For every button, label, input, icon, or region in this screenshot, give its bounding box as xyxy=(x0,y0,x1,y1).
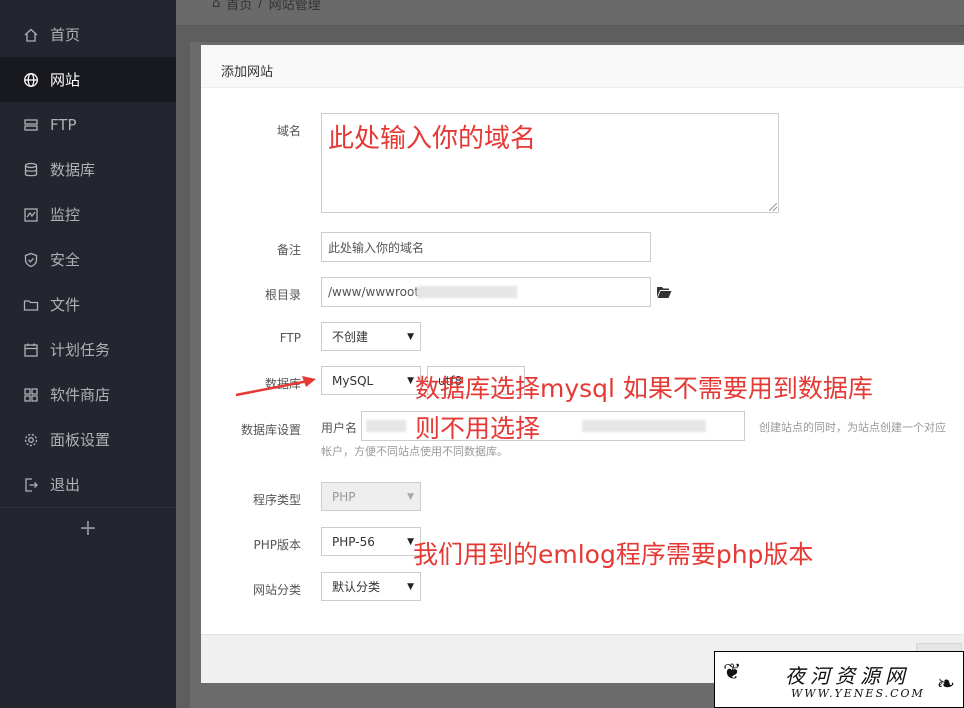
home-icon xyxy=(22,26,40,44)
watermark-title: 夜河资源网 xyxy=(785,664,910,688)
monitor-icon xyxy=(22,206,40,224)
sidebar-item-label: 数据库 xyxy=(50,161,96,179)
sidebar-item-files[interactable]: 文件 xyxy=(0,282,176,327)
breadcrumb-current: 网站管理 xyxy=(268,0,321,13)
root-dir-input[interactable]: /www/wwwroot/ xyxy=(321,277,651,307)
category-select[interactable]: 默认分类 ▼ xyxy=(321,572,421,601)
category-value: 默认分类 xyxy=(332,580,381,594)
remark-input[interactable]: 此处输入你的域名 xyxy=(321,232,651,262)
database-annotation-line2: 则不用选择 xyxy=(415,414,541,443)
ornament-icon: ❦ xyxy=(723,660,742,685)
sidebar-item-label: 监控 xyxy=(50,206,81,224)
sidebar-item-label: 面板设置 xyxy=(50,431,111,449)
top-bar: ⌂ 首页 / 网站管理 xyxy=(176,0,964,26)
sidebar-item-label: 退出 xyxy=(50,476,81,494)
sidebar-item-website[interactable]: 网站 xyxy=(0,57,176,102)
sidebar-item-label: 首页 xyxy=(50,26,81,44)
breadcrumb-home[interactable]: 首页 xyxy=(226,0,252,13)
sidebar-item-ftp[interactable]: FTP xyxy=(0,102,176,147)
breadcrumb-separator: / xyxy=(258,0,263,11)
sidebar-item-cron[interactable]: 计划任务 xyxy=(0,327,176,372)
program-type-select: PHP ▼ xyxy=(321,482,421,511)
dialog-title: 添加网站 xyxy=(221,65,274,80)
chevron-down-icon: ▼ xyxy=(407,491,414,502)
db-settings-label: 数据库设置 xyxy=(240,423,301,437)
ornament-icon: ❧ xyxy=(936,672,955,697)
sidebar: 首页 网站 FTP 数据库 监控 安全 文件 计划任务 软件商店 面板设置 退出… xyxy=(0,0,176,708)
php-version-label: PHP版本 xyxy=(253,538,302,552)
chevron-down-icon: ▼ xyxy=(407,581,414,592)
ftp-icon xyxy=(22,116,40,134)
add-site-dialog: 添加网站 域名 此处输入你的域名 备注 此处输入你的域名 根目录 /www/ww… xyxy=(201,45,964,683)
gear-icon xyxy=(22,431,40,449)
watermark-logo: ❦ ❧ 夜河资源网 WWW.YENES.COM xyxy=(714,651,964,708)
redacted-db-user xyxy=(366,420,406,432)
dialog-header: 添加网站 xyxy=(201,45,964,88)
sidebar-item-label: 安全 xyxy=(50,251,81,269)
sidebar-item-label: 计划任务 xyxy=(50,341,111,359)
chevron-down-icon: ▼ xyxy=(407,331,414,342)
sidebar-item-store[interactable]: 软件商店 xyxy=(0,372,176,417)
ftp-select-value: 不创建 xyxy=(332,330,369,344)
sidebar-item-monitor[interactable]: 监控 xyxy=(0,192,176,237)
resize-grip-icon[interactable] xyxy=(769,203,777,211)
home-icon: ⌂ xyxy=(212,0,221,11)
calendar-icon xyxy=(22,341,40,359)
php-annotation: 我们用到的emlog程序需要php版本 xyxy=(413,540,814,569)
remark-label: 备注 xyxy=(276,243,301,257)
ftp-select[interactable]: 不创建 ▼ xyxy=(321,322,421,351)
annotation-arrow xyxy=(235,376,316,397)
sidebar-item-label: 软件商店 xyxy=(50,386,111,404)
root-dir-label: 根目录 xyxy=(264,288,301,302)
redacted-path xyxy=(417,286,517,298)
watermark-url: WWW.YENES.COM xyxy=(791,687,925,700)
sidebar-item-settings[interactable]: 面板设置 xyxy=(0,417,176,462)
sidebar-item-label: FTP xyxy=(50,115,77,134)
root-dir-value: /www/wwwroot/ xyxy=(328,285,424,299)
database-select[interactable]: MySQL ▼ xyxy=(321,366,421,395)
php-version-value: PHP-56 xyxy=(332,534,375,549)
folder-icon xyxy=(22,296,40,314)
domain-label: 域名 xyxy=(276,124,301,138)
database-icon xyxy=(22,161,40,179)
category-label: 网站分类 xyxy=(252,583,301,597)
sidebar-item-label: 网站 xyxy=(50,71,81,89)
globe-icon xyxy=(22,71,40,89)
database-select-value: MySQL xyxy=(332,373,374,388)
sidebar-item-database[interactable]: 数据库 xyxy=(0,147,176,192)
program-type-value: PHP xyxy=(332,489,356,504)
shield-icon xyxy=(22,251,40,269)
apps-icon xyxy=(22,386,40,404)
sidebar-item-label: 文件 xyxy=(50,296,81,314)
folder-open-icon[interactable] xyxy=(656,285,672,302)
sidebar-item-security[interactable]: 安全 xyxy=(0,237,176,282)
redacted-db-password xyxy=(582,420,706,432)
sidebar-item-home[interactable]: 首页 xyxy=(0,12,176,57)
program-type-label: 程序类型 xyxy=(252,493,301,507)
db-user-label: 用户名 xyxy=(321,421,358,435)
db-settings-hint-2: 帐户，方便不同站点使用不同数据库。 xyxy=(321,445,508,458)
breadcrumb: ⌂ 首页 / 网站管理 xyxy=(212,0,321,13)
db-settings-hint: 创建站点的同时，为站点创建一个对应 xyxy=(759,421,946,434)
add-shortcut-button[interactable]: + xyxy=(0,507,176,549)
ftp-label: FTP xyxy=(279,331,301,345)
chevron-down-icon: ▼ xyxy=(407,375,414,386)
domain-annotation: 此处输入你的域名 xyxy=(328,124,537,154)
database-annotation-line1: 数据库选择mysql 如果不需要用到数据库 xyxy=(415,374,873,403)
logout-icon xyxy=(22,476,40,494)
php-version-select[interactable]: PHP-56 ▼ xyxy=(321,527,421,556)
sidebar-item-logout[interactable]: 退出 xyxy=(0,462,176,507)
